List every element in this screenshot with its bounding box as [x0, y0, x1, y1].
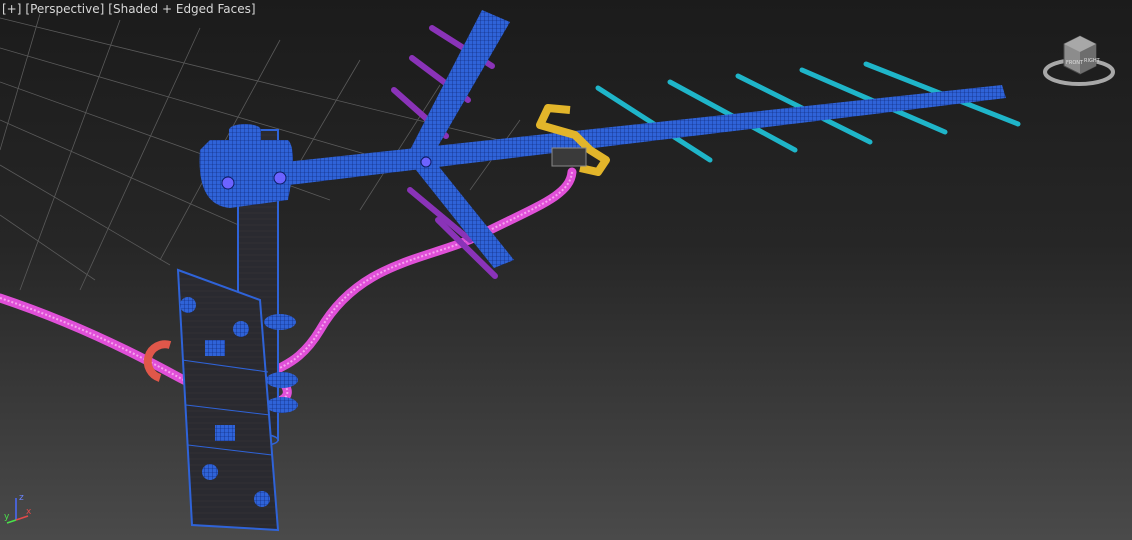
- viewcube[interactable]: FRONT RIGHT: [1042, 30, 1116, 88]
- plate-bolt[interactable]: [180, 297, 196, 313]
- plate-bolt[interactable]: [254, 491, 270, 507]
- plate-bolt[interactable]: [233, 321, 249, 337]
- viewport-label-menu: [+] [Perspective] [Shaded + Edged Faces]: [2, 2, 256, 16]
- axis-z-label: z: [19, 493, 24, 503]
- viewport-shading-label[interactable]: [Shaded + Edged Faces]: [108, 2, 255, 16]
- 3d-viewport[interactable]: [+] [Perspective] [Shaded + Edged Faces]…: [0, 0, 1132, 540]
- coax-cable[interactable]: [0, 167, 577, 408]
- axis-x-label: x: [26, 507, 32, 517]
- plate-bolt[interactable]: [202, 464, 218, 480]
- viewcube-face-front[interactable]: FRONT: [1066, 60, 1084, 66]
- plate-hook[interactable]: [205, 340, 225, 356]
- axis-tripod: z x y: [4, 493, 32, 524]
- plate-hook[interactable]: [215, 425, 235, 441]
- viewcube-face-right[interactable]: RIGHT: [1084, 58, 1101, 64]
- viewport-menu-button[interactable]: [+]: [2, 2, 21, 16]
- axis-y-label: y: [4, 512, 10, 522]
- viewport-scene[interactable]: [0, 0, 1132, 540]
- viewport-pov-label[interactable]: [Perspective]: [25, 2, 104, 16]
